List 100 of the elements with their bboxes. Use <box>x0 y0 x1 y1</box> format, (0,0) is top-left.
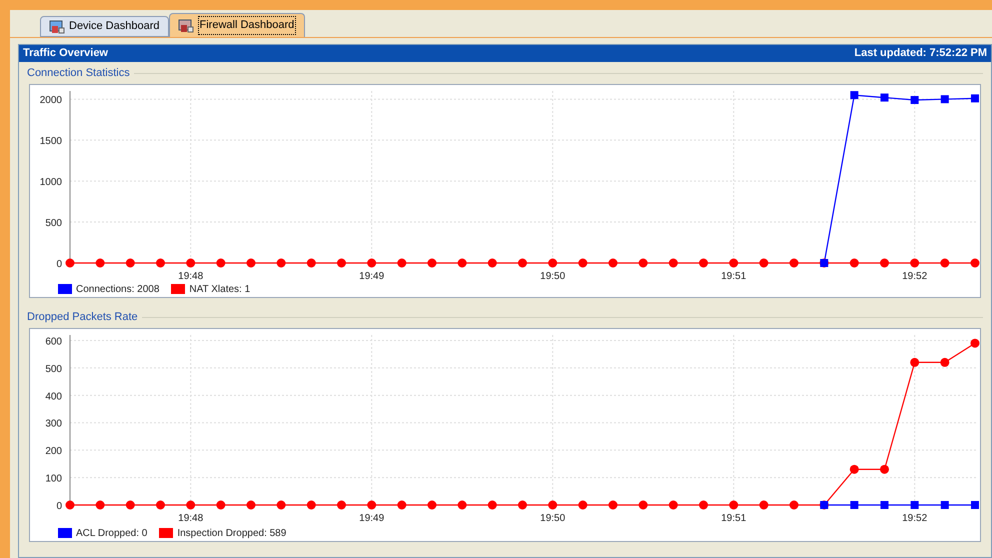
data-point <box>970 258 980 268</box>
data-point <box>910 258 920 268</box>
last-updated-text: Last updated: 7:52:22 PM <box>854 46 987 62</box>
data-point <box>970 501 979 509</box>
data-point <box>458 258 467 268</box>
x-tick-label: 19:50 <box>540 513 566 524</box>
x-tick-label: 19:52 <box>902 513 928 524</box>
data-point <box>126 258 135 268</box>
data-point <box>397 258 406 268</box>
data-point <box>880 94 888 102</box>
y-tick-label: 0 <box>56 259 62 270</box>
section-title: Dropped Packets Rate <box>27 310 138 325</box>
data-point <box>578 500 588 510</box>
data-point <box>970 338 980 348</box>
data-point <box>820 259 828 267</box>
x-tick-label: 19:48 <box>178 271 204 281</box>
data-point <box>910 96 919 104</box>
data-point <box>608 500 618 510</box>
data-point <box>850 258 859 268</box>
data-point <box>548 258 558 268</box>
data-point <box>699 258 708 268</box>
dashboard-icon <box>49 20 65 34</box>
y-tick-label: 500 <box>45 218 62 230</box>
data-point <box>518 258 527 268</box>
data-point <box>488 500 497 510</box>
data-point <box>276 258 286 268</box>
data-point <box>668 258 678 268</box>
data-point <box>699 500 708 510</box>
x-tick-label: 19:51 <box>721 271 746 281</box>
tab[interactable]: Device Dashboard <box>40 16 168 37</box>
data-point <box>156 258 165 268</box>
y-tick-label: 0 <box>56 501 62 512</box>
data-point <box>428 258 436 268</box>
y-tick-label: 2000 <box>40 95 62 106</box>
data-point <box>186 500 196 510</box>
y-tick-label: 100 <box>45 474 62 485</box>
dashboard-icon <box>178 18 194 32</box>
data-point <box>518 500 527 510</box>
data-point <box>820 501 828 509</box>
panel-title: Traffic Overview <box>23 46 108 62</box>
x-tick-label: 19:50 <box>540 271 566 281</box>
data-point <box>306 500 316 510</box>
data-point <box>880 258 889 268</box>
data-point <box>940 95 949 104</box>
data-point <box>66 500 74 510</box>
data-point <box>638 258 648 268</box>
y-tick-label: 1500 <box>40 136 62 148</box>
data-point <box>367 258 376 268</box>
data-point <box>186 258 196 268</box>
data-point <box>880 464 889 474</box>
data-point <box>668 500 678 510</box>
x-tick-label: 19:49 <box>359 271 384 281</box>
y-tick-label: 300 <box>45 418 62 430</box>
data-point <box>578 258 588 268</box>
legend-label: ACL Dropped: 0 <box>76 526 148 540</box>
data-point <box>337 258 346 268</box>
x-tick-label: 19:51 <box>721 513 746 524</box>
data-point <box>428 500 436 510</box>
data-point <box>850 501 858 509</box>
y-tick-label: 600 <box>45 336 62 348</box>
legend-label: NAT Xlates: 1 <box>189 282 250 296</box>
data-point <box>458 500 467 510</box>
data-point <box>850 464 859 474</box>
data-point <box>488 258 497 268</box>
x-tick-label: 19:49 <box>359 513 384 524</box>
data-point <box>880 501 888 509</box>
section-title: Connection Statistics <box>27 66 130 81</box>
data-point <box>66 258 74 268</box>
y-tick-label: 500 <box>45 364 62 375</box>
data-point <box>608 258 618 268</box>
data-point <box>729 500 738 510</box>
data-point <box>397 500 406 510</box>
y-tick-label: 200 <box>45 446 62 458</box>
data-point <box>940 358 950 367</box>
tab[interactable]: Firewall Dashboard <box>168 13 306 37</box>
data-point <box>246 258 256 268</box>
data-point <box>910 358 920 367</box>
data-point <box>156 500 165 510</box>
data-point <box>216 258 226 268</box>
x-tick-label: 19:48 <box>178 513 204 524</box>
x-tick-label: 19:52 <box>902 271 928 281</box>
data-point <box>940 501 949 509</box>
data-point <box>367 500 376 510</box>
data-point <box>246 500 256 510</box>
data-point <box>276 500 286 510</box>
data-point <box>337 500 346 510</box>
data-point <box>940 258 950 268</box>
data-point <box>759 500 768 510</box>
data-point <box>96 500 105 510</box>
data-point <box>638 500 648 510</box>
data-point <box>96 258 105 268</box>
data-point <box>759 258 768 268</box>
legend-label: Connections: 2008 <box>76 282 160 296</box>
data-point <box>970 94 979 102</box>
data-point <box>910 501 919 509</box>
y-tick-label: 1000 <box>40 177 62 188</box>
data-point <box>216 500 226 510</box>
data-point <box>850 91 858 100</box>
data-point <box>126 500 135 510</box>
legend-label: Inspection Dropped: 589 <box>177 526 286 540</box>
